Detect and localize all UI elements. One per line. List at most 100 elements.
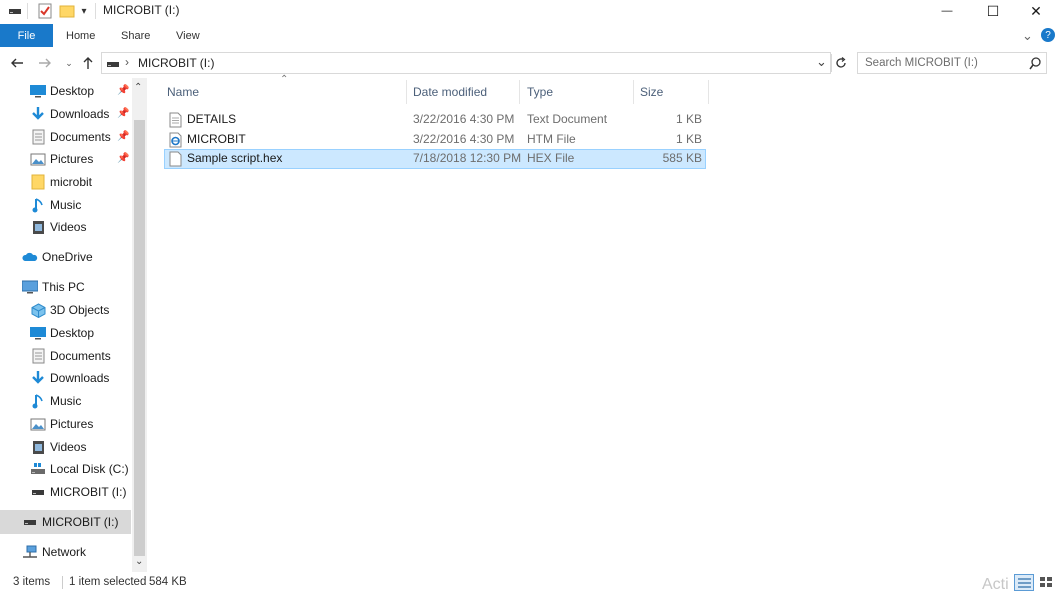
file-name: MICROBIT (187, 132, 246, 146)
nav-item-videos-pc[interactable]: Videos (30, 437, 86, 457)
address-dropdown-icon[interactable]: ⌄ (816, 54, 827, 70)
nav-item-music-pc[interactable]: Music (30, 391, 81, 411)
nav-item-desktop-pc[interactable]: Desktop (30, 323, 94, 343)
forward-button[interactable] (36, 54, 54, 72)
nav-item-microbit-folder[interactable]: microbit (30, 172, 92, 192)
folder-icon (30, 174, 46, 190)
desktop-icon (30, 83, 46, 99)
file-name: Sample script.hex (187, 151, 283, 165)
drive-icon (8, 3, 22, 19)
pin-icon[interactable]: 📌 (117, 131, 129, 143)
nav-item-music[interactable]: Music (30, 195, 81, 215)
network-icon (22, 544, 38, 560)
drive-icon (107, 62, 119, 67)
pin-icon[interactable]: 📌 (117, 85, 129, 97)
nav-item-microbit-drive[interactable]: MICROBIT (I:) (30, 482, 126, 502)
nav-item-desktop[interactable]: Desktop (30, 81, 94, 101)
file-type: HEX File (527, 151, 575, 165)
large-icons-view-icon (1040, 577, 1052, 587)
maximize-button[interactable]: ☐ (970, 0, 1016, 22)
sort-ascending-icon: ⌃ (280, 74, 289, 85)
nav-item-microbit-selected[interactable]: MICROBIT (I:) (22, 512, 118, 532)
pin-icon[interactable]: 📌 (117, 108, 129, 120)
properties-icon[interactable] (37, 3, 53, 19)
file-date: 3/22/2016 4:30 PM (413, 132, 515, 146)
documents-icon (30, 348, 46, 364)
address-row: ⌄ › MICROBIT (I:) ⌄ Search MICROBIT (I:) (0, 50, 1056, 76)
search-input[interactable]: Search MICROBIT (I:) (857, 52, 1047, 74)
pin-icon[interactable]: 📌 (117, 153, 129, 165)
drive-icon (22, 514, 38, 530)
music-icon (30, 393, 46, 409)
file-row[interactable]: DETAILS 3/22/2016 4:30 PM Text Document … (164, 110, 706, 130)
nav-item-videos[interactable]: Videos (30, 217, 86, 237)
nav-item-local-disk[interactable]: Local Disk (C:) (30, 459, 129, 479)
up-button[interactable] (79, 54, 97, 72)
tab-file[interactable]: File (0, 24, 53, 47)
column-divider[interactable] (708, 80, 709, 104)
scroll-down-icon[interactable]: ⌄ (135, 556, 143, 567)
nav-item-documents-pc[interactable]: Documents (30, 346, 111, 366)
minimize-button[interactable]: — (924, 0, 970, 22)
ribbon-tabs: File Home Share View ⌄ ? (0, 24, 1056, 47)
expand-ribbon-icon[interactable]: ⌄ (1022, 24, 1033, 47)
large-icons-view-button[interactable] (1037, 574, 1056, 591)
tab-share[interactable]: Share (121, 24, 150, 47)
text-file-icon (169, 112, 182, 128)
title-bar: ▾ MICROBIT (I:) — ☐ ✕ (0, 0, 1056, 22)
nav-item-this-pc[interactable]: This PC (22, 277, 85, 297)
column-size[interactable]: Size (640, 80, 663, 104)
forward-arrow-icon (39, 58, 51, 68)
window-title: MICROBIT (I:) (103, 3, 180, 17)
nav-item-pictures-pc[interactable]: Pictures (30, 414, 93, 434)
file-size: 1 KB (675, 132, 702, 146)
desktop-icon (30, 325, 46, 341)
column-divider[interactable] (406, 80, 407, 104)
downloads-icon (30, 370, 46, 386)
close-button[interactable]: ✕ (1016, 0, 1056, 22)
recent-locations-dropdown[interactable]: ⌄ (60, 54, 78, 72)
search-placeholder: Search MICROBIT (I:) (865, 57, 978, 69)
column-divider[interactable] (633, 80, 634, 104)
this-pc-icon (22, 279, 38, 295)
details-view-button[interactable] (1014, 574, 1034, 591)
downloads-icon (30, 106, 46, 122)
videos-icon (30, 219, 46, 235)
file-name: DETAILS (187, 112, 237, 126)
refresh-button[interactable] (831, 54, 849, 72)
3d-objects-icon (30, 302, 46, 318)
nav-item-downloads-pc[interactable]: Downloads (30, 368, 109, 388)
up-arrow-icon (83, 57, 93, 69)
address-bar[interactable]: › MICROBIT (I:) ⌄ (101, 52, 831, 74)
divider (27, 3, 28, 19)
column-date-modified[interactable]: Date modified (413, 80, 487, 104)
tab-view[interactable]: View (176, 24, 200, 47)
search-icon[interactable] (1029, 57, 1041, 70)
column-name[interactable]: Name (167, 80, 199, 104)
new-folder-icon[interactable] (59, 3, 75, 19)
help-icon[interactable]: ? (1041, 28, 1055, 42)
html-file-icon (169, 132, 182, 148)
tab-home[interactable]: Home (66, 24, 95, 47)
music-icon (30, 197, 46, 213)
file-date: 3/22/2016 4:30 PM (413, 112, 515, 126)
selection-size: 584 KB (149, 576, 187, 588)
nav-item-network[interactable]: Network (22, 542, 86, 562)
nav-item-pictures[interactable]: Pictures (30, 149, 93, 169)
file-row-selected[interactable]: Sample script.hex 7/18/2018 12:30 PM HEX… (164, 149, 706, 169)
column-divider[interactable] (519, 80, 520, 104)
nav-item-documents[interactable]: Documents (30, 127, 111, 147)
breadcrumb-separator[interactable]: › (125, 55, 129, 69)
column-type[interactable]: Type (527, 80, 553, 104)
nav-item-3d-objects[interactable]: 3D Objects (30, 300, 109, 320)
nav-item-downloads[interactable]: Downloads (30, 104, 109, 124)
scrollbar-thumb[interactable] (134, 120, 145, 556)
breadcrumb-microbit[interactable]: MICROBIT (I:) (138, 56, 214, 70)
file-size: 585 KB (662, 151, 702, 165)
file-row[interactable]: MICROBIT 3/22/2016 4:30 PM HTM File 1 KB (164, 130, 706, 150)
nav-item-onedrive[interactable]: OneDrive (22, 247, 93, 267)
nav-scrollbar[interactable]: ⌃ ⌄ (132, 78, 147, 572)
scroll-up-icon[interactable]: ⌃ (134, 82, 142, 93)
back-button[interactable] (8, 54, 26, 72)
customize-toolbar-dropdown[interactable]: ▾ (79, 3, 89, 19)
